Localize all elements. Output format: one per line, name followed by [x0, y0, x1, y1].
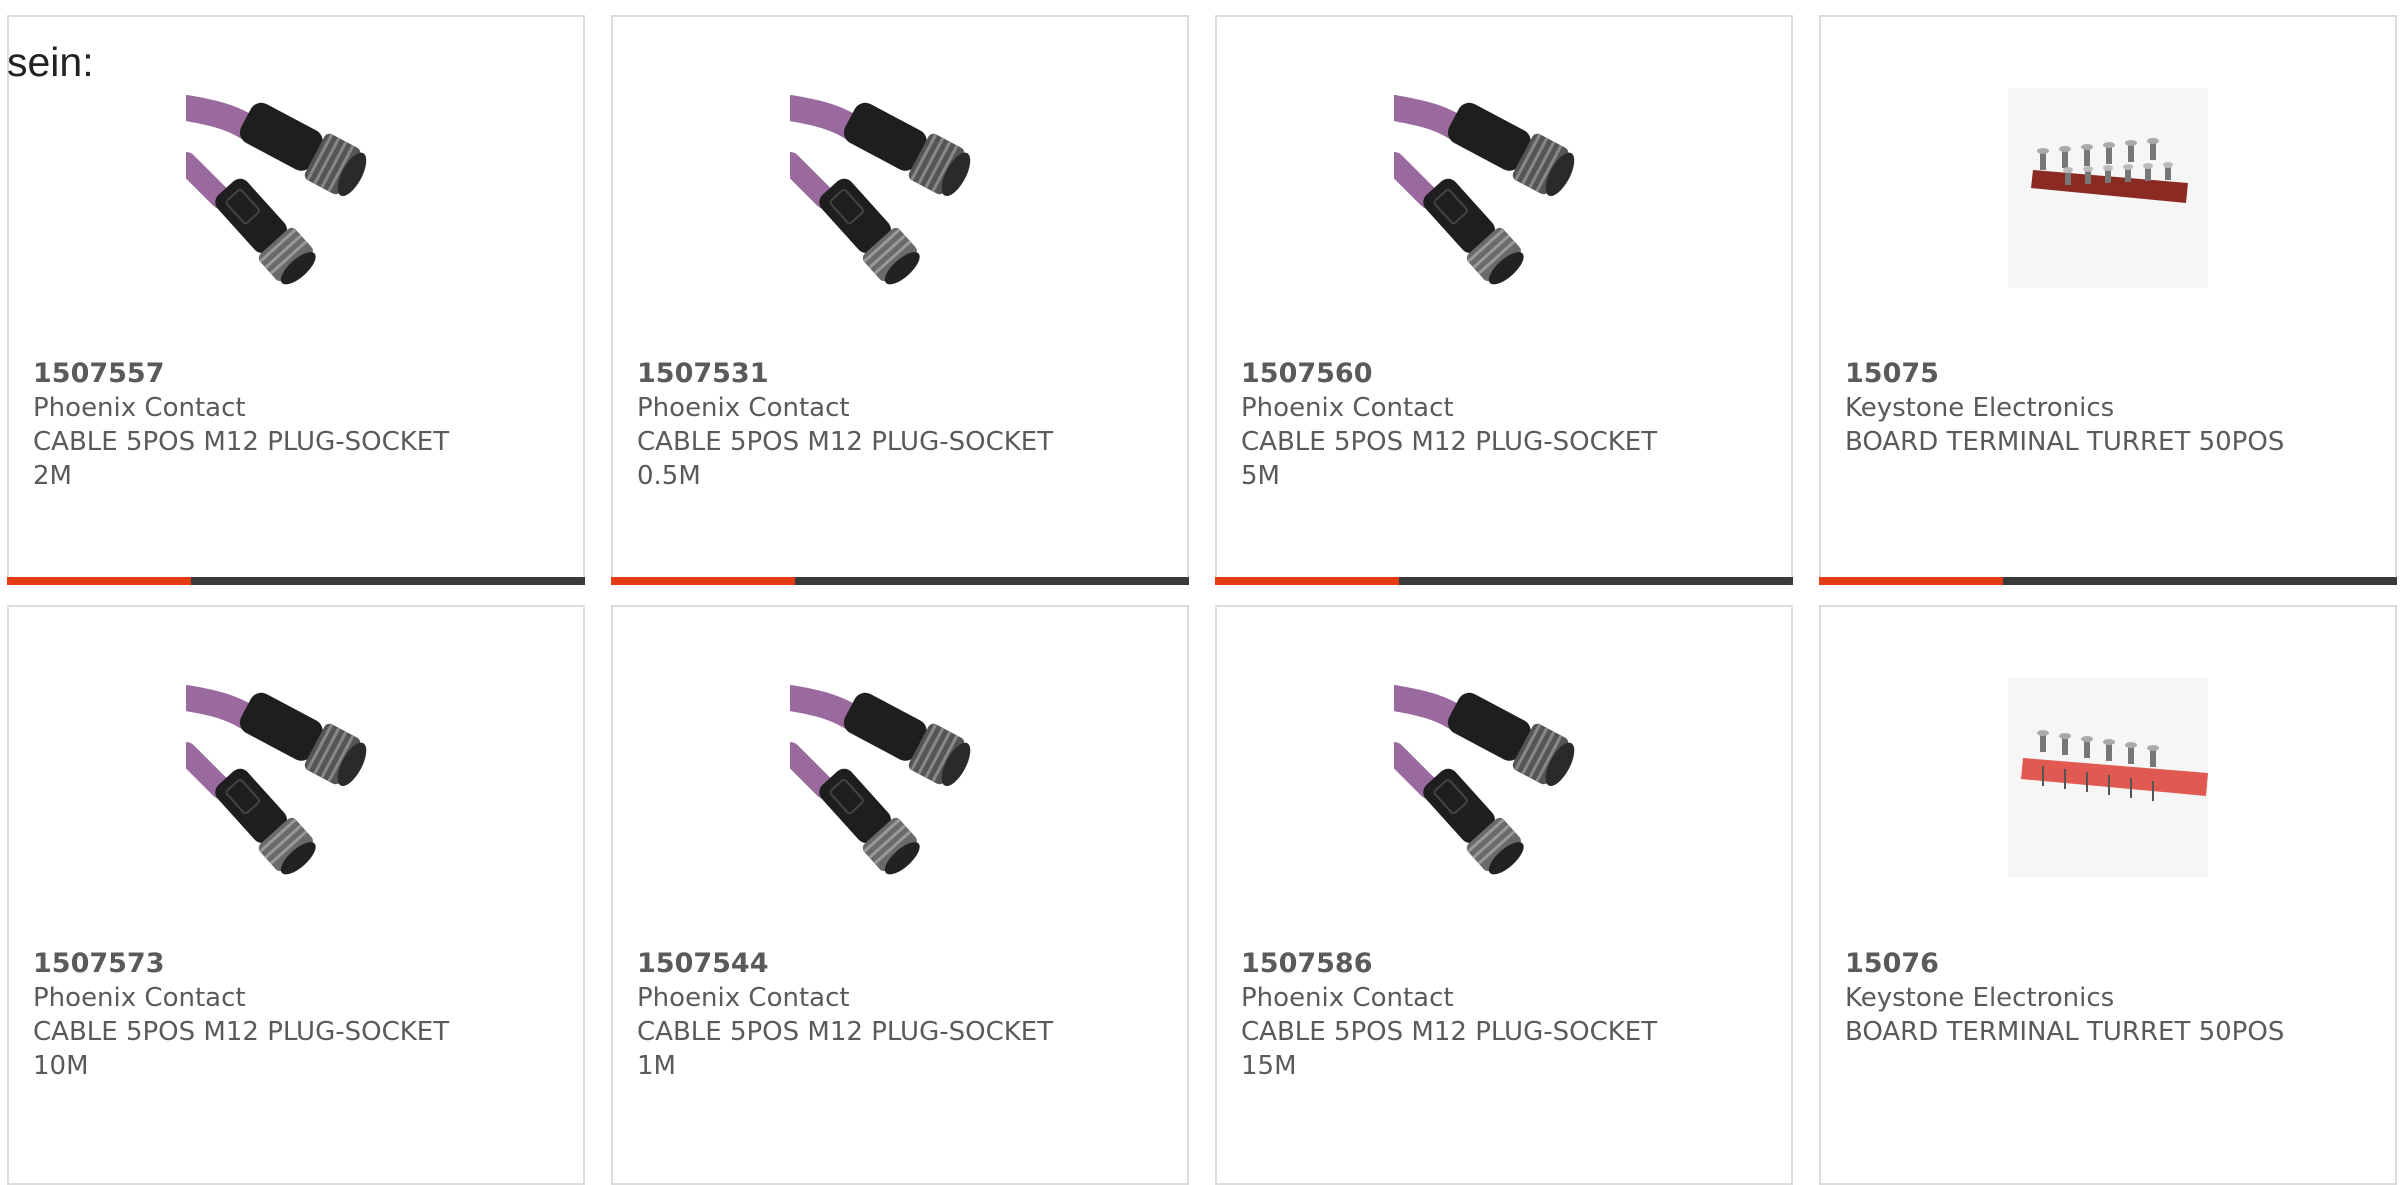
product-description: CABLE 5POS M12 PLUG-SOCKET 10M: [33, 1017, 450, 1081]
card-progress-bar: [1819, 577, 2397, 585]
product-meta: 1507544 Phoenix Contact CABLE 5POS M12 PLU…: [637, 947, 1097, 1083]
product-meta: 1507560 Phoenix Contact CABLE 5POS M12 PLU…: [1241, 357, 1701, 493]
terminal-board-dark-icon: [2008, 87, 2208, 288]
product-card[interactable]: 1507544 Phoenix Contact CABLE 5POS M12 PLU…: [611, 605, 1189, 1185]
manufacturer-name: Phoenix Contact: [637, 983, 850, 1013]
product-meta: 1507586 Phoenix Contact CABLE 5POS M12 PLU…: [1241, 947, 1701, 1083]
product-image[interactable]: [1821, 85, 2395, 290]
product-description: CABLE 5POS M12 PLUG-SOCKET 2M: [33, 427, 450, 491]
product-description: BOARD TERMINAL TURRET 50POS: [1845, 427, 2285, 457]
cable-m12-icon: [1394, 684, 1575, 874]
card-progress-bar: [1215, 577, 1793, 585]
product-description: BOARD TERMINAL TURRET 50POS: [1845, 1017, 2285, 1047]
manufacturer-name: Phoenix Contact: [637, 393, 850, 423]
part-number-link[interactable]: 1507544: [637, 947, 1097, 981]
product-description: CABLE 5POS M12 PLUG-SOCKET 15M: [1241, 1017, 1658, 1081]
product-image[interactable]: [1217, 85, 1791, 290]
product-image[interactable]: [1217, 675, 1791, 880]
manufacturer-name: Keystone Electronics: [1845, 983, 2115, 1013]
product-card[interactable]: 15076 Keystone Electronics BOARD TERMINAL …: [1819, 605, 2397, 1185]
product-meta: 1507573 Phoenix Contact CABLE 5POS M12 PLU…: [33, 947, 493, 1083]
cable-m12-icon: [186, 94, 367, 284]
cable-m12-icon: [790, 684, 971, 874]
product-image[interactable]: [1821, 675, 2395, 880]
cable-m12-icon: [1394, 94, 1575, 284]
card-progress-bar: [7, 577, 585, 585]
part-number-link[interactable]: 15076: [1845, 947, 2305, 981]
product-card[interactable]: 1507560 Phoenix Contact CABLE 5POS M12 PLU…: [1215, 15, 1793, 585]
part-number-link[interactable]: 1507531: [637, 357, 1097, 391]
cable-m12-icon: [790, 94, 971, 284]
product-card[interactable]: 1507586 Phoenix Contact CABLE 5POS M12 PLU…: [1215, 605, 1793, 1185]
product-meta: 1507557 Phoenix Contact CABLE 5POS M12 PLU…: [33, 357, 493, 493]
card-progress-accent: [1819, 577, 2003, 585]
card-progress-accent: [1215, 577, 1399, 585]
manufacturer-name: Phoenix Contact: [33, 983, 246, 1013]
product-meta: 1507531 Phoenix Contact CABLE 5POS M12 PLU…: [637, 357, 1097, 493]
manufacturer-name: Phoenix Contact: [1241, 983, 1454, 1013]
terminal-board-red-icon: [2008, 677, 2208, 878]
product-image[interactable]: [613, 675, 1187, 880]
part-number-link[interactable]: 1507560: [1241, 357, 1701, 391]
intro-text: sein:: [7, 39, 94, 85]
part-number-link[interactable]: 1507557: [33, 357, 493, 391]
cable-m12-icon: [186, 684, 367, 874]
product-image[interactable]: [9, 85, 583, 290]
product-card[interactable]: 1507531 Phoenix Contact CABLE 5POS M12 PLU…: [611, 15, 1189, 585]
part-number-link[interactable]: 1507586: [1241, 947, 1701, 981]
product-card[interactable]: 15075 Keystone Electronics BOARD TERMINAL …: [1819, 15, 2397, 585]
part-number-link[interactable]: 15075: [1845, 357, 2305, 391]
part-number-link[interactable]: 1507573: [33, 947, 493, 981]
manufacturer-name: Phoenix Contact: [33, 393, 246, 423]
product-meta: 15075 Keystone Electronics BOARD TERMINAL …: [1845, 357, 2305, 459]
product-description: CABLE 5POS M12 PLUG-SOCKET 1M: [637, 1017, 1054, 1081]
product-card[interactable]: 1507557 Phoenix Contact CABLE 5POS M12 PLU…: [7, 15, 585, 585]
product-description: CABLE 5POS M12 PLUG-SOCKET 0.5M: [637, 427, 1054, 491]
manufacturer-name: Phoenix Contact: [1241, 393, 1454, 423]
card-progress-accent: [611, 577, 795, 585]
product-image[interactable]: [613, 85, 1187, 290]
product-description: CABLE 5POS M12 PLUG-SOCKET 5M: [1241, 427, 1658, 491]
product-image[interactable]: [9, 675, 583, 880]
manufacturer-name: Keystone Electronics: [1845, 393, 2115, 423]
product-meta: 15076 Keystone Electronics BOARD TERMINAL …: [1845, 947, 2305, 1049]
card-progress-accent: [7, 577, 191, 585]
card-progress-bar: [611, 577, 1189, 585]
product-card[interactable]: 1507573 Phoenix Contact CABLE 5POS M12 PLU…: [7, 605, 585, 1185]
